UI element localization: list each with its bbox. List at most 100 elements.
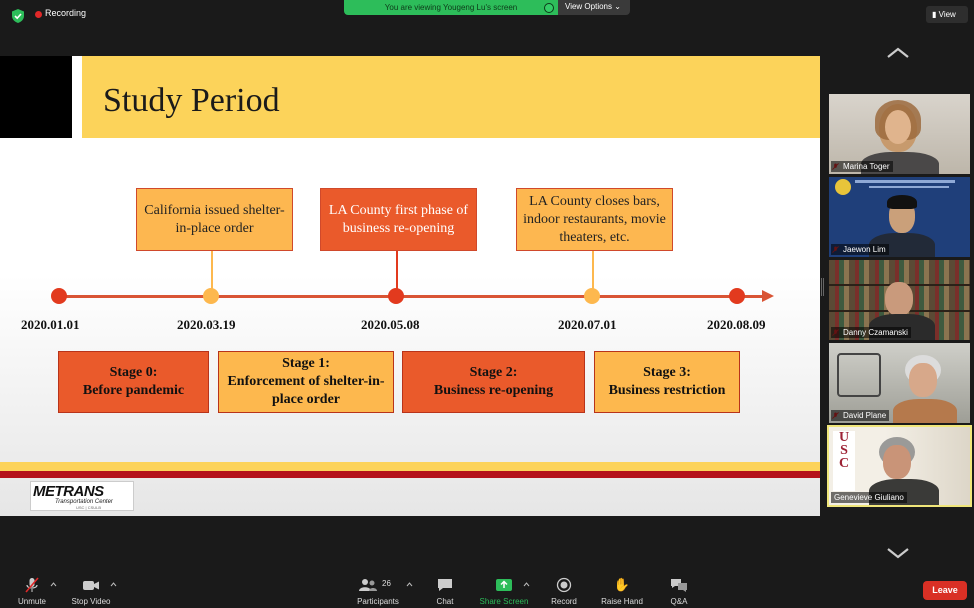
participants-icon-group: 26: [358, 577, 398, 593]
timeline-date: 2020.03.19: [177, 317, 236, 332]
raise-hand-icon: ✋: [613, 577, 631, 592]
participant-name: Jaewon Lim: [831, 244, 889, 255]
event-box-la-closes: LA County closes bars, indoor restaurant…: [516, 188, 673, 251]
stage-title: Stage 1:: [282, 356, 330, 371]
footer-stripe-yellow: [0, 462, 820, 471]
raise-hand-button[interactable]: ✋ Raise Hand: [597, 577, 647, 606]
background-text: [855, 180, 955, 183]
chat-button[interactable]: Chat: [430, 577, 460, 606]
stage-title: Stage 3:: [643, 365, 691, 380]
timeline-dot: [51, 288, 67, 304]
participant-face: [885, 110, 911, 144]
share-screen-label: Share Screen: [479, 597, 529, 606]
chat-bubble-icon: [438, 579, 452, 591]
security-shield-icon[interactable]: [10, 8, 26, 24]
participants-button[interactable]: 26 Participants: [352, 577, 404, 606]
timeline-date: 2020.08.09: [707, 317, 766, 332]
viewing-screen-banner: You are viewing Yougeng Lu's screen: [344, 0, 558, 15]
background-object: [837, 353, 881, 397]
stop-video-button[interactable]: Stop Video: [66, 577, 116, 606]
record-label: Record: [551, 597, 577, 606]
event-box-california: California issued shelter-in-place order: [136, 188, 293, 251]
slide-corner-block: [0, 56, 72, 138]
stop-video-label: Stop Video: [71, 597, 111, 606]
logo-institutions: USC | CSULB: [76, 505, 102, 510]
panel-resize-handle[interactable]: [821, 278, 824, 296]
stage-title: Stage 2:: [469, 365, 518, 380]
unmute-button[interactable]: Unmute: [12, 577, 52, 606]
recording-label: Recording: [45, 8, 87, 18]
timeline-dot: [729, 288, 745, 304]
caret-up-icon[interactable]: [406, 581, 413, 588]
qa-bubbles-icon: [671, 579, 687, 592]
view-options-label: View Options: [565, 2, 612, 11]
participants-label: Participants: [357, 597, 399, 606]
video-tile-active-speaker[interactable]: USC Genevieve Giuliano: [827, 425, 972, 507]
video-tile[interactable]: Danny Czamanski: [829, 260, 970, 340]
raise-hand-label: Raise Hand: [601, 597, 643, 606]
timeline-date: 2020.01.01: [21, 317, 80, 332]
stage-box-1: Stage 1: Enforcement of shelter-in-place …: [218, 351, 394, 413]
view-button-label: View: [938, 10, 956, 19]
people-icon: [359, 579, 377, 591]
timeline-dot: [203, 288, 219, 304]
timeline-dot: [388, 288, 404, 304]
participant-name: Danny Czamanski: [831, 327, 911, 338]
stage-desc: Business restriction: [608, 383, 726, 398]
event-box-la-reopening: LA County first phase of business re-ope…: [320, 188, 477, 251]
participant-name: Marina Toger: [831, 161, 893, 172]
video-tile[interactable]: David Plane: [829, 343, 970, 423]
event-text: LA County first phase of business re-ope…: [328, 202, 469, 236]
leave-button[interactable]: Leave: [923, 581, 967, 600]
timeline-axis: [58, 295, 764, 298]
timeline-arrowhead: [762, 290, 774, 302]
qa-button[interactable]: Q&A: [664, 577, 694, 606]
footer-stripe-red: [0, 471, 820, 478]
screen-status-icon: [544, 3, 554, 13]
timeline-dot: [584, 288, 600, 304]
logo-wordmark: METRANS: [33, 483, 104, 500]
participant-count: 26: [382, 579, 391, 588]
chevron-up-icon[interactable]: [886, 46, 910, 60]
video-tile[interactable]: Marina Toger: [829, 94, 970, 174]
view-options-button[interactable]: View Options ⌄: [558, 0, 630, 15]
event-text: LA County closes bars, indoor restaurant…: [523, 193, 666, 245]
timeline-date: 2020.07.01: [558, 317, 617, 332]
stage-desc: Before pandemic: [82, 383, 185, 398]
muted-microphone-icon: [25, 577, 39, 593]
caret-up-icon[interactable]: [50, 581, 57, 588]
participant-hair: [887, 195, 917, 209]
stage-desc: Enforcement of shelter-in-place order: [227, 374, 385, 407]
stage-box-2: Stage 2: Business re-opening: [402, 351, 585, 413]
slide-title: Study Period: [103, 82, 280, 119]
participant-name: Genevieve Giuliano: [831, 492, 907, 503]
virtual-background: [835, 179, 851, 195]
caret-up-icon[interactable]: [523, 581, 530, 588]
record-button[interactable]: Record: [547, 577, 581, 606]
chevron-down-icon[interactable]: [886, 546, 910, 560]
stage-title: Stage 0:: [109, 365, 158, 380]
shared-screen-slide: Study Period California issued shelter-i…: [0, 56, 820, 516]
unmute-label: Unmute: [17, 597, 46, 606]
stage-box-3: Stage 3: Business restriction: [594, 351, 740, 413]
stage-box-0: Stage 0: Before pandemic: [58, 351, 209, 413]
participant-name: David Plane: [831, 410, 890, 421]
video-tile[interactable]: Jaewon Lim: [829, 177, 970, 257]
metrans-logo: METRANS Transportation Center USC | CSUL…: [30, 481, 134, 511]
participant-face: [885, 282, 913, 316]
chevron-down-icon: ⌄: [614, 2, 621, 11]
video-camera-icon: [83, 581, 99, 590]
event-text: California issued shelter-in-place order: [144, 202, 285, 236]
participant-face: [883, 445, 911, 479]
participant-body: [893, 399, 957, 423]
background-text: [869, 186, 949, 188]
recording-dot-icon: [35, 11, 42, 18]
view-button[interactable]: ▮ View: [926, 6, 968, 23]
participant-face: [909, 363, 937, 397]
chat-label: Chat: [436, 597, 454, 606]
usc-banner: USC: [833, 431, 855, 491]
qa-label: Q&A: [670, 597, 688, 606]
record-icon: [556, 577, 572, 593]
caret-up-icon[interactable]: [110, 581, 117, 588]
stage-desc: Business re-opening: [433, 383, 554, 398]
